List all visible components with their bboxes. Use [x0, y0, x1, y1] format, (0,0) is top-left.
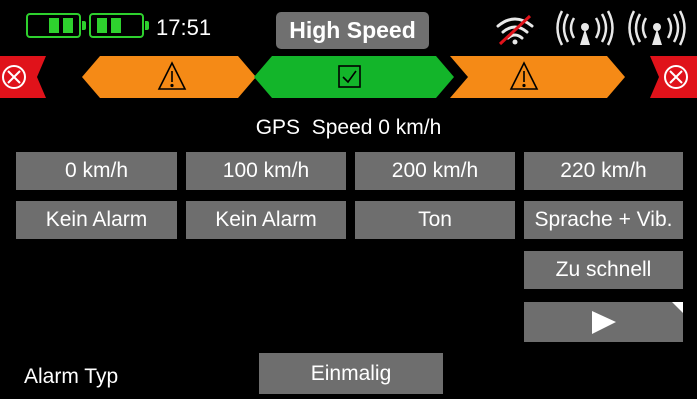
- play-button[interactable]: [524, 302, 683, 342]
- threshold-button-0[interactable]: 0 km/h: [16, 152, 177, 190]
- zone-green: [254, 56, 454, 98]
- antenna-signal-icon: [628, 10, 686, 46]
- alarm-button-3[interactable]: Sprache + Vib.: [524, 201, 683, 239]
- alarm-type-label: Alarm Typ: [24, 365, 119, 388]
- clock: 17:51: [156, 15, 212, 40]
- alarm-type-button[interactable]: Einmalig: [259, 353, 443, 394]
- wifi-off-icon: [496, 14, 534, 46]
- battery-icon: [26, 13, 86, 38]
- play-icon: [592, 302, 683, 334]
- alarm-button-2[interactable]: Ton: [355, 201, 515, 239]
- threshold-button-1[interactable]: 100 km/h: [186, 152, 346, 190]
- zone-orange-left: [82, 56, 256, 98]
- alarm-button-1[interactable]: Kein Alarm: [186, 201, 346, 239]
- threshold-button-3[interactable]: 220 km/h: [524, 152, 683, 190]
- zone-red-left: [0, 56, 46, 98]
- gps-speed-label: GPS Speed 0 km/h: [255, 116, 442, 139]
- speed-zone-band: [0, 56, 697, 98]
- announcement-button[interactable]: Zu schnell: [524, 251, 683, 289]
- antenna-signal-icon: [556, 10, 614, 46]
- zone-red-right: [650, 56, 697, 98]
- zone-orange-right: [450, 56, 625, 98]
- threshold-button-2[interactable]: 200 km/h: [355, 152, 515, 190]
- battery-icon: [89, 13, 149, 38]
- model-mode-title[interactable]: High Speed: [276, 12, 429, 49]
- alarm-button-0[interactable]: Kein Alarm: [16, 201, 177, 239]
